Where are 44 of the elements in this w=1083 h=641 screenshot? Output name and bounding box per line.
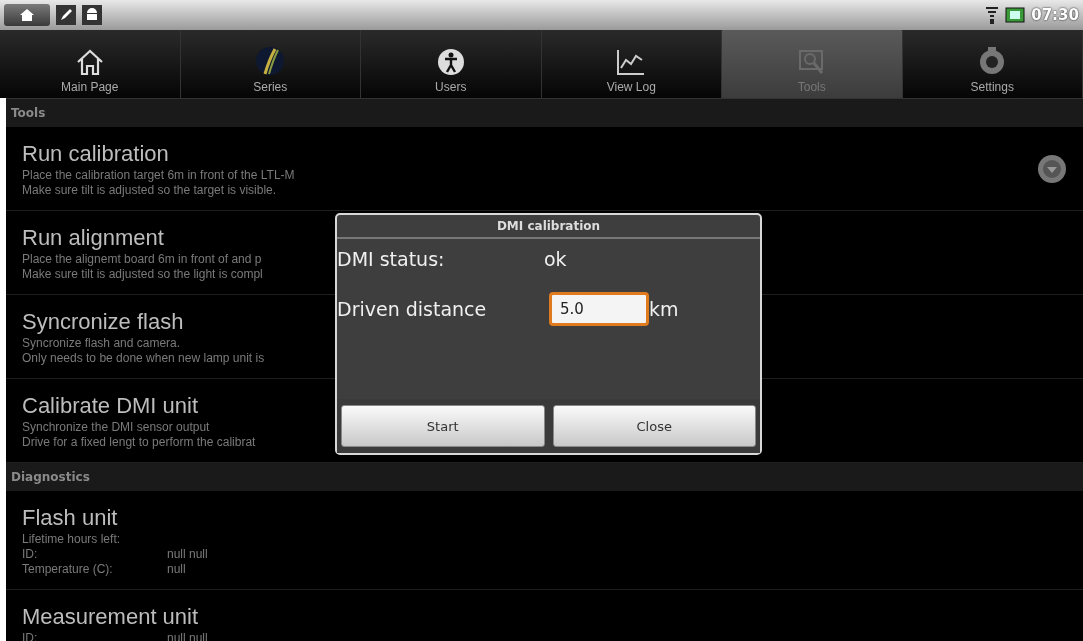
nav-tab[interactable]: Users — [361, 30, 542, 98]
nav-tab[interactable]: Settings — [902, 30, 1083, 98]
dialog-button[interactable]: Close — [552, 405, 756, 447]
item-description: Syncronize flash and camera. — [22, 336, 181, 351]
item-description: Only needs to be done when new lamp unit is — [22, 351, 265, 366]
field-label: Temperature (C): — [22, 562, 114, 577]
item-title[interactable]: Syncronize flash — [22, 308, 184, 336]
road-icon — [255, 46, 286, 76]
dropdown-icon[interactable] — [1037, 154, 1067, 184]
status-value: ok — [544, 248, 568, 270]
nav-tab[interactable]: Main Page — [0, 30, 181, 98]
item-title: Measurement unit — [22, 603, 199, 631]
battery-icon — [1005, 6, 1026, 24]
distance-input[interactable]: 5.0 — [549, 292, 649, 326]
clock-time: 07:30 — [1031, 6, 1079, 24]
dialog-title: DMI calibration — [337, 215, 760, 239]
item-description: Make sure tilt is adjusted so the target is visible. — [22, 183, 277, 198]
nav-tab[interactable]: View Log — [541, 30, 722, 98]
item-title[interactable]: Run calibration — [22, 140, 169, 168]
field-value: null null — [167, 547, 208, 562]
field-label: Lifetime hours left: — [22, 532, 122, 547]
house-icon — [20, 9, 34, 21]
field-value: null — [167, 562, 186, 577]
section-header: Diagnostics — [6, 463, 1083, 491]
item-description: Drive for a fixed lengt to perform the calibrat — [22, 435, 256, 450]
section-header: Tools — [6, 99, 1083, 127]
status-label: DMI status: — [337, 248, 446, 270]
item-title[interactable]: Run alignment — [22, 224, 164, 252]
item-description: Synchronize the DMI sensor output — [22, 420, 210, 435]
item-title: Flash unit — [22, 504, 118, 532]
nav-tab[interactable]: Series — [180, 30, 361, 98]
wifi-icon — [985, 5, 1000, 25]
item-description: Make sure tilt is adjusted so the light is compl — [22, 267, 263, 282]
distance-label: Driven distance — [337, 298, 488, 320]
unit-label: km — [649, 298, 679, 320]
pencil-icon — [56, 5, 76, 25]
item-description: Place the calibration target 6m in front of the LTL-M — [22, 168, 295, 183]
home-button[interactable] — [4, 4, 50, 26]
item-title[interactable]: Calibrate DMI unit — [22, 392, 199, 420]
dialog-button[interactable]: Start — [341, 405, 545, 447]
chart-icon — [616, 48, 647, 76]
item-description: Place the alignemt board 6m in front of and p — [22, 252, 262, 267]
field-label: ID: — [22, 547, 39, 562]
person-icon — [436, 48, 465, 76]
